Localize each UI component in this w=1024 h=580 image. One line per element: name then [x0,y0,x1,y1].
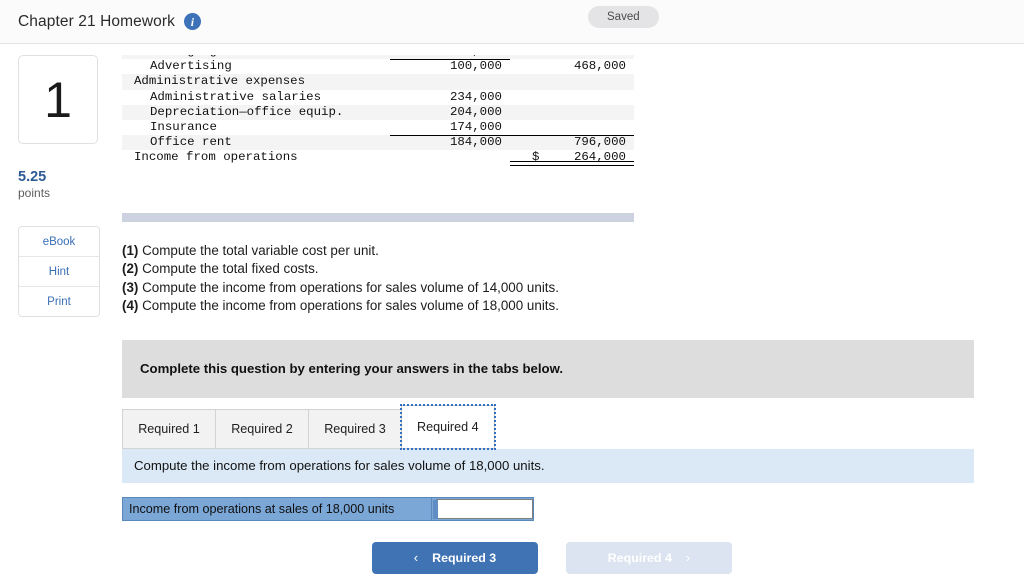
statement-outer-amount [510,104,634,121]
instruction-text: Compute the income from operations for s… [142,298,559,314]
instruction-text: Compute the total fixed costs. [142,261,319,277]
sidebar-item-hint[interactable]: Hint [19,257,99,288]
table-row: Advertising 100,000 468,000 [122,59,634,74]
prev-required-label: Required 3 [432,550,497,565]
table-row: Income from operations $264,000 [122,150,634,165]
statement-line-label: Insurance [150,120,217,135]
text-caret [433,499,438,519]
tab-required-4[interactable]: Required 4 [400,403,496,450]
income-statement-table: Packaging240,000Advertising100,000468,00… [122,55,634,166]
statement-line-label: Advertising [150,59,232,74]
statement-outer-amount: $264,000 [510,150,634,165]
points-label: points [18,185,51,200]
next-required-label: Required 4 [607,550,672,565]
page-title: Chapter 21 Homework [18,12,175,30]
chevron-left-icon: ‹ [413,550,419,566]
instruction-list: (1) Compute the total variable cost per … [122,242,1008,316]
instruction-number: (4) [122,298,139,314]
list-item: (1) Compute the total variable cost per … [122,242,1008,260]
requirement-prompt: Compute the income from operations for s… [122,448,974,483]
info-icon[interactable]: i [183,13,201,30]
instruction-text: Compute the total variable cost per unit… [142,243,379,258]
statement-outer-amount [510,120,634,135]
list-item: (4) Compute the income from operations f… [122,297,1008,315]
instruction-number: (1) [122,243,139,258]
list-item: (3) Compute the income from operations f… [122,279,1008,297]
question-number-box: 1 [18,55,98,144]
statement-outer-amount: 468,000 [573,59,626,74]
instruction-text: Compute the income from operations for s… [142,279,559,295]
instruction-number: (2) [122,261,139,277]
statement-outer-amount [510,90,634,105]
table-row: Insurance 174,000 [122,120,634,135]
statement-inner-amount: 174,000 [449,120,502,135]
statement-inner-amount: 100,000 [390,59,510,74]
answer-input[interactable] [433,498,533,519]
question-sidebar: 1 5.25 points eBook Hint Print [18,55,100,318]
tab-required-1[interactable]: Required 1 [122,408,215,449]
question-number: 1 [44,71,72,128]
statement-line-label: Office rent [122,135,390,151]
answer-row: Income from operations at sales of 18,00… [122,496,1008,521]
statement-inner-amount: 184,000 [390,135,510,151]
statement-line-label: Administrative salaries [150,89,322,104]
statement-line-label: Administrative expenses [122,74,390,90]
exhibit-scrollbar[interactable] [122,213,634,222]
status-badge: Saved [588,6,659,28]
table-row: Depreciation—office equip. 204,000 [122,104,634,121]
table-row: Office rent 184,000 796,000 [122,135,634,151]
main-content: Packaging240,000Advertising100,000468,00… [122,55,1008,574]
tab-required-3[interactable]: Required 3 [308,408,401,449]
sidebar-item-ebook[interactable]: eBook [19,227,99,258]
complete-question-banner: Complete this question by entering your … [122,339,974,398]
statement-inner-amount [390,150,510,165]
currency-symbol: $ [532,150,540,165]
sidebar-tools: eBook Hint Print [18,226,100,318]
prev-required-button[interactable]: ‹ Required 3 [372,541,538,574]
statement-inner-amount [390,74,510,90]
sidebar-item-print[interactable]: Print [19,287,99,317]
app-header: Chapter 21 Homework i Saved [0,0,1024,44]
next-required-button[interactable]: Required 4 › [566,541,732,574]
list-item: (2) Compute the total fixed costs. [122,260,1008,278]
statement-inner-amount: 234,000 [449,89,502,104]
statement-outer-amount [510,74,634,90]
statement-inner-amount: 204,000 [390,104,510,121]
answer-label: Income from operations at sales of 18,00… [122,496,432,521]
instruction-number: (3) [122,279,139,295]
answer-input-cell [432,496,534,521]
points-value: 5.25 [18,169,47,185]
statement-outer-amount: 796,000 [510,135,634,151]
table-row: Administrative expenses [122,74,634,90]
statement-line-label: Income from operations [134,150,298,165]
navigation-row: ‹ Required 3 Required 4 › [122,541,1008,574]
tab-required-2[interactable]: Required 2 [215,408,308,449]
chevron-right-icon: › [685,550,691,566]
required-tabs: Required 1 Required 2 Required 3 Require… [122,403,1008,450]
income-statement-exhibit: Packaging240,000Advertising100,000468,00… [122,55,634,207]
table-row: Administrative salaries 234,000 [122,90,634,105]
statement-line-label: Depreciation—office equip. [122,104,390,121]
